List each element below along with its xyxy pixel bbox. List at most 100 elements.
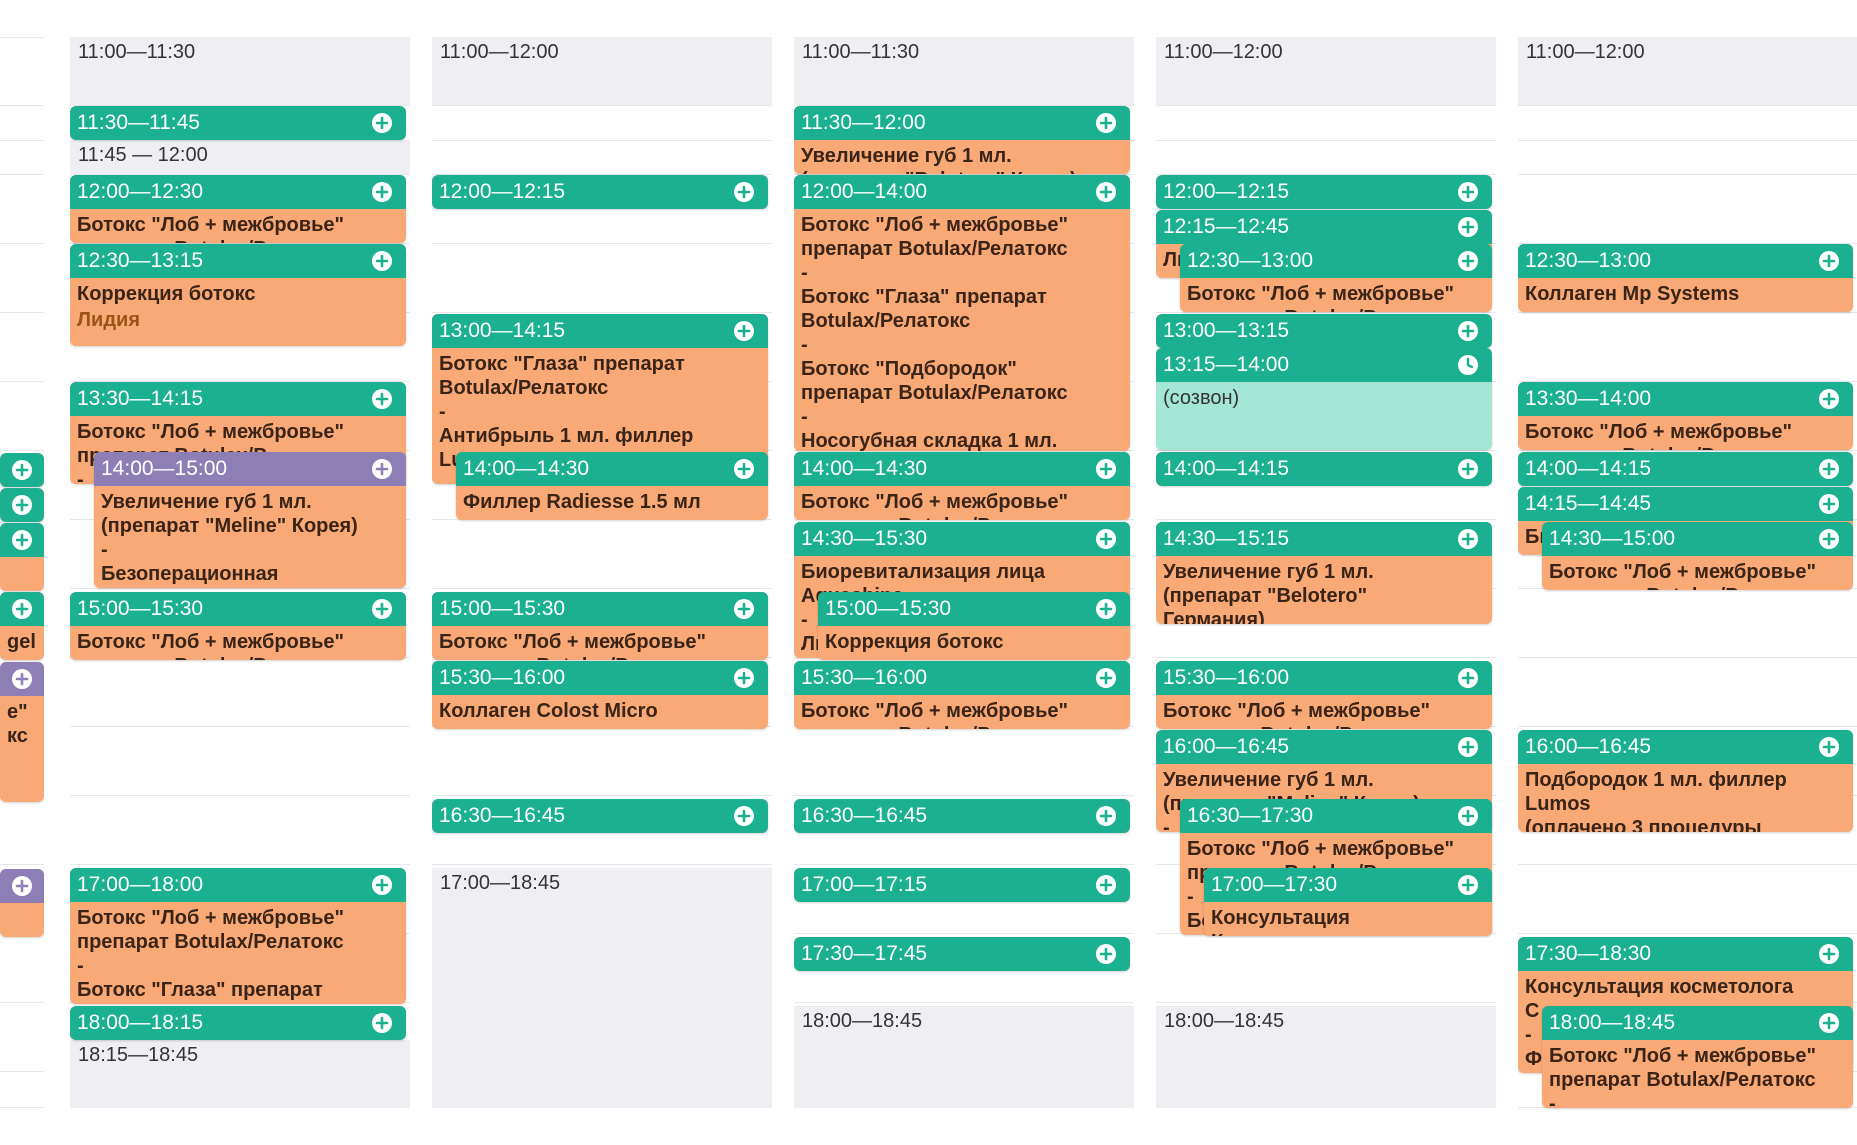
- add-icon[interactable]: [372, 251, 392, 271]
- add-icon[interactable]: [734, 459, 754, 479]
- add-icon[interactable]: [1458, 668, 1478, 688]
- appointment-card[interactable]: 17:00—18:00 Ботокс "Лоб + межбровье" преп…: [70, 868, 406, 1004]
- appointment-card[interactable]: 15:30—16:00 Ботокс "Лоб + межбровье" преп…: [794, 661, 1130, 729]
- add-icon[interactable]: [1096, 182, 1116, 202]
- free-slot[interactable]: 18:00—18:45: [1156, 1006, 1496, 1108]
- appointment-card[interactable]: 15:00—15:30 Ботокс "Лоб + межбровье" преп…: [432, 592, 768, 660]
- appointment-card[interactable]: 11:30—11:45: [70, 106, 406, 140]
- add-icon[interactable]: [1819, 1013, 1839, 1033]
- free-slot[interactable]: 11:00—12:00: [1156, 37, 1496, 105]
- add-icon[interactable]: [372, 389, 392, 409]
- appointment-time: 12:15—12:45: [1156, 210, 1492, 244]
- add-icon[interactable]: [1458, 806, 1478, 826]
- add-icon[interactable]: [734, 806, 754, 826]
- free-slot[interactable]: 11:00—11:30: [794, 37, 1134, 105]
- appointment-card[interactable]: [0, 523, 44, 591]
- appointment-card[interactable]: 18:00—18:45 Ботокс "Лоб + межбровье" преп…: [1542, 1006, 1853, 1108]
- add-icon[interactable]: [1096, 459, 1116, 479]
- appointment-card[interactable]: 16:30—16:45: [432, 799, 768, 833]
- add-icon[interactable]: [1458, 251, 1478, 271]
- add-icon[interactable]: [1458, 321, 1478, 341]
- add-icon[interactable]: [1458, 182, 1478, 202]
- add-icon[interactable]: [12, 669, 32, 689]
- free-slot[interactable]: 11:00—11:30: [70, 37, 410, 105]
- add-icon[interactable]: [1096, 668, 1116, 688]
- add-icon[interactable]: [1819, 737, 1839, 757]
- add-icon[interactable]: [12, 876, 32, 896]
- grid-line: [0, 243, 44, 244]
- add-icon[interactable]: [372, 182, 392, 202]
- appointment-card[interactable]: 13:30—14:00 Ботокс "Лоб + межбровье" преп…: [1518, 382, 1853, 450]
- appointment-card[interactable]: 15:00—15:30 Коррекция ботокс: [818, 592, 1130, 660]
- appointment-card[interactable]: 14:00—14:15: [1518, 452, 1853, 486]
- free-slot[interactable]: 17:00—18:45: [432, 868, 772, 1108]
- add-icon[interactable]: [372, 875, 392, 895]
- appointment-card[interactable]: 14:00—14:15: [1156, 452, 1492, 486]
- appointment-card[interactable]: 14:00—15:00 Увеличение губ 1 мл. (препара…: [94, 452, 406, 588]
- add-icon[interactable]: [1819, 494, 1839, 514]
- appointment-card[interactable]: 18:00—18:15: [70, 1006, 406, 1040]
- appointment-card[interactable]: е" кс: [0, 662, 44, 802]
- appointment-card[interactable]: 13:00—13:15: [1156, 314, 1492, 348]
- appointment-card[interactable]: 15:00—15:30 Ботокс "Лоб + межбровье" преп…: [70, 592, 406, 660]
- appointment-card[interactable]: [0, 869, 44, 937]
- appointment-card[interactable]: 14:00—14:30 Филлер Radiesse 1.5 мл: [456, 452, 768, 520]
- add-icon[interactable]: [1819, 529, 1839, 549]
- free-slot[interactable]: 11:00—12:00: [1518, 37, 1857, 105]
- add-icon[interactable]: [12, 460, 32, 480]
- add-icon[interactable]: [1096, 875, 1116, 895]
- add-icon[interactable]: [1458, 459, 1478, 479]
- add-icon[interactable]: [372, 459, 392, 479]
- add-icon[interactable]: [734, 668, 754, 688]
- add-icon[interactable]: [372, 113, 392, 133]
- clock-icon[interactable]: [1458, 355, 1478, 375]
- appointment-card[interactable]: 14:30—15:00 Ботокс "Лоб + межбровье" преп…: [1542, 522, 1853, 590]
- appointment-card[interactable]: 14:00—14:30 Ботокс "Лоб + межбровье" преп…: [794, 452, 1130, 520]
- appointment-card[interactable]: 17:00—17:15: [794, 868, 1130, 902]
- appointment-card[interactable]: 15:30—16:00 Ботокс "Лоб + межбровье" преп…: [1156, 661, 1492, 729]
- free-slot[interactable]: 11:00—12:00: [432, 37, 772, 105]
- add-icon[interactable]: [1096, 113, 1116, 133]
- appointment-card[interactable]: [0, 488, 44, 522]
- appointment-card[interactable]: 12:30—13:00 Ботокс "Лоб + межбровье" преп…: [1180, 244, 1492, 312]
- add-icon[interactable]: [12, 530, 32, 550]
- add-icon[interactable]: [734, 182, 754, 202]
- appointment-card[interactable]: 17:00—17:30 Консультация Косметолога: [1204, 868, 1492, 936]
- appointment-card[interactable]: 11:30—12:00 Увеличение губ 1 мл. (препара…: [794, 106, 1130, 174]
- add-icon[interactable]: [1819, 251, 1839, 271]
- add-icon[interactable]: [1458, 737, 1478, 757]
- appointment-card[interactable]: 16:00—16:45 Подбородок 1 мл. филлер Lumos…: [1518, 730, 1853, 832]
- appointment-card[interactable]: 14:30—15:15 Увеличение губ 1 мл. (препара…: [1156, 522, 1492, 624]
- add-icon[interactable]: [734, 599, 754, 619]
- add-icon[interactable]: [1096, 944, 1116, 964]
- add-icon[interactable]: [1096, 529, 1116, 549]
- appointment-card[interactable]: 16:30—16:45: [794, 799, 1130, 833]
- appointment-card[interactable]: 12:00—12:30 Ботокс "Лоб + межбровье" преп…: [70, 175, 406, 243]
- add-icon[interactable]: [1458, 529, 1478, 549]
- appointment-card[interactable]: 12:00—12:15: [1156, 175, 1492, 209]
- add-icon[interactable]: [12, 495, 32, 515]
- add-icon[interactable]: [1819, 944, 1839, 964]
- add-icon[interactable]: [1819, 459, 1839, 479]
- appointment-card[interactable]: [0, 453, 44, 487]
- free-slot[interactable]: 18:00—18:45: [794, 1006, 1134, 1108]
- appointment-card[interactable]: 12:30—13:00 Коллаген Mp Systems: [1518, 244, 1853, 312]
- appointment-card[interactable]: 17:30—17:45: [794, 937, 1130, 971]
- add-icon[interactable]: [1458, 875, 1478, 895]
- add-icon[interactable]: [1819, 389, 1839, 409]
- add-icon[interactable]: [1096, 806, 1116, 826]
- appointment-card[interactable]: 13:15—14:00 (созвон): [1156, 348, 1492, 450]
- add-icon[interactable]: [1096, 599, 1116, 619]
- add-icon[interactable]: [372, 1013, 392, 1033]
- appointment-card[interactable]: 12:00—12:15: [432, 175, 768, 209]
- appointment-card[interactable]: 15:30—16:00 Коллаген Colost Micro: [432, 661, 768, 729]
- add-icon[interactable]: [734, 321, 754, 341]
- appointment-card[interactable]: 12:00—14:00 Ботокс "Лоб + межбровье" преп…: [794, 175, 1130, 451]
- appointment-card[interactable]: 12:30—13:15 Коррекция ботокс Лидия: [70, 244, 406, 346]
- free-slot[interactable]: 11:45 — 12:00: [70, 140, 410, 174]
- appointment-card[interactable]: gel: [0, 592, 44, 660]
- free-slot[interactable]: 18:15—18:45: [70, 1040, 410, 1108]
- add-icon[interactable]: [1458, 217, 1478, 237]
- add-icon[interactable]: [372, 599, 392, 619]
- add-icon[interactable]: [12, 599, 32, 619]
